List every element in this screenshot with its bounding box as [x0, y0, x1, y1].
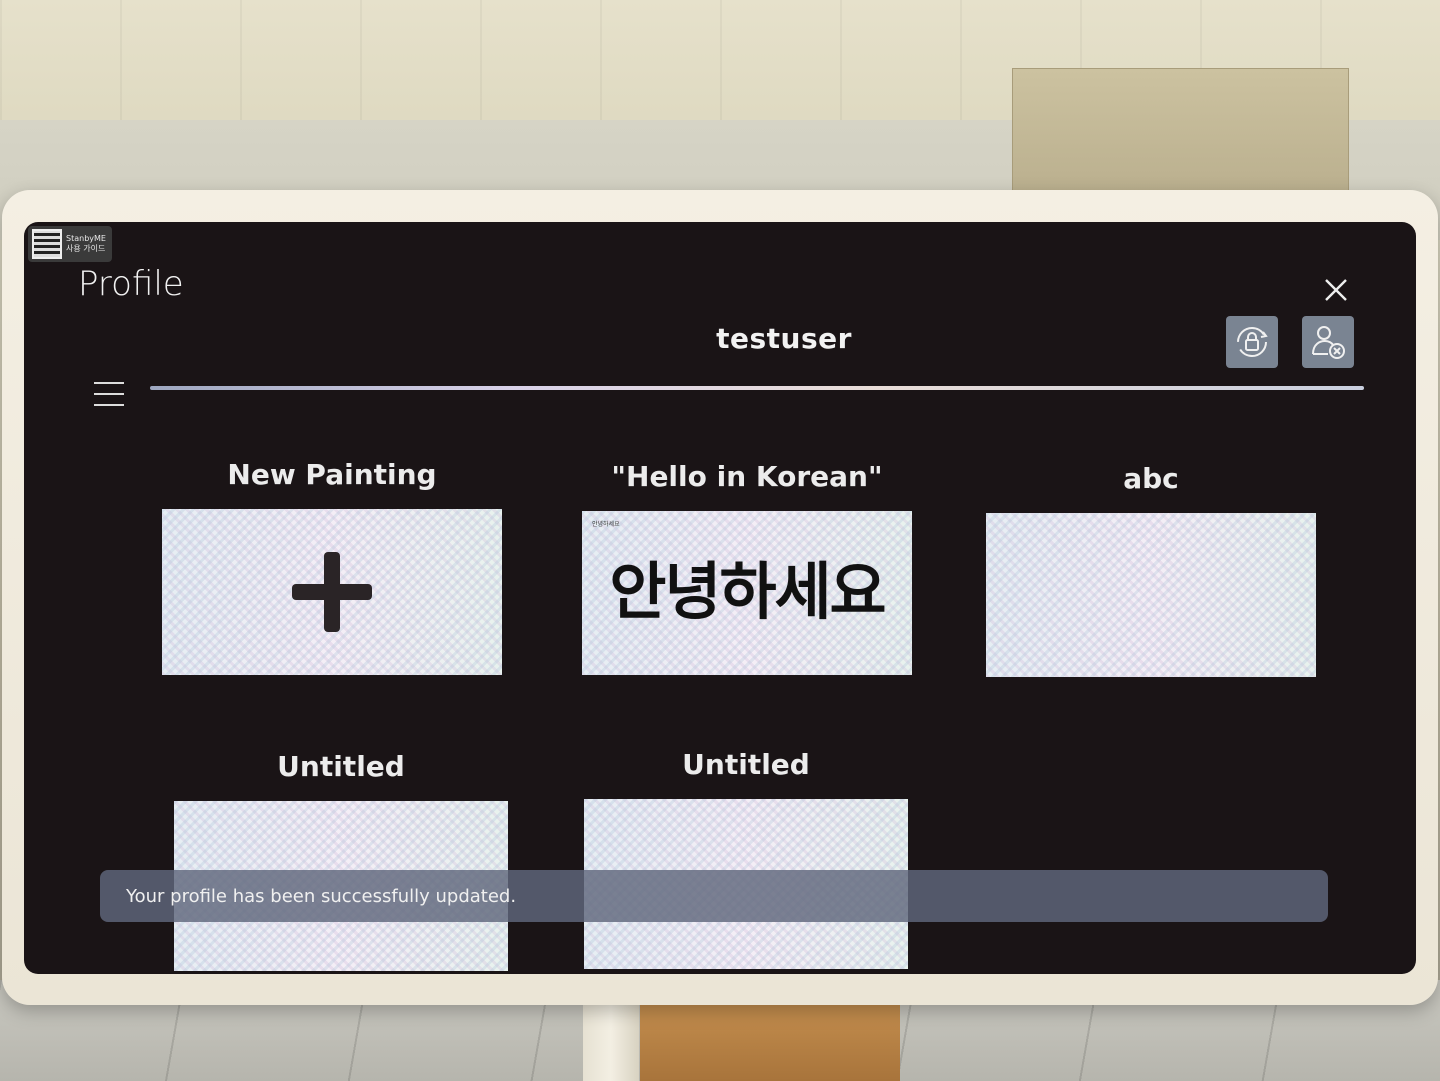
menu-icon[interactable]	[94, 382, 124, 406]
remove-user-button[interactable]	[1302, 316, 1354, 368]
toast-message: Your profile has been successfully updat…	[126, 885, 517, 907]
painting-card-untitled-1[interactable]: Untitled	[174, 750, 508, 971]
remove-user-icon	[1312, 326, 1345, 359]
sticker-guide: 사용 가이드	[66, 244, 106, 253]
stand-box	[640, 1000, 900, 1081]
painting-thumbnail[interactable]: 안녕하세요 안녕하세요	[582, 511, 912, 675]
drawing-content: 안녕하세요	[609, 555, 886, 628]
qr-sticker: StanbyME 사용 가이드	[28, 226, 112, 262]
painting-thumbnail[interactable]	[986, 513, 1316, 677]
toast-notification: Your profile has been successfully updat…	[100, 870, 1328, 922]
close-button[interactable]	[1320, 274, 1352, 306]
painting-title: abc	[1123, 462, 1179, 495]
lock-sync-button[interactable]	[1226, 316, 1278, 368]
lock-sync-icon	[1237, 327, 1268, 357]
painting-title: New Painting	[227, 458, 437, 491]
painting-card-new[interactable]: New Painting	[162, 458, 502, 675]
profile-username: testuser	[716, 322, 852, 355]
drawing-caption: 안녕하세요	[592, 521, 620, 528]
plus-icon	[292, 552, 372, 632]
painting-title: Untitled	[277, 750, 405, 783]
close-icon	[1325, 279, 1347, 301]
painting-title: Untitled	[682, 748, 810, 781]
sticker-brand: StanbyME	[66, 234, 106, 243]
qr-code-icon	[32, 229, 62, 259]
painting-card-abc[interactable]: abc	[986, 462, 1316, 677]
header-divider	[150, 386, 1364, 390]
wall-cabinet	[1012, 68, 1349, 210]
painting-card-hello[interactable]: "Hello in Korean" 안녕하세요 안녕하세요	[582, 460, 912, 675]
new-painting-thumbnail[interactable]	[162, 509, 502, 675]
page-title: Profile	[78, 264, 184, 304]
painting-card-untitled-2[interactable]: Untitled	[584, 748, 908, 969]
painting-title: "Hello in Korean"	[611, 460, 883, 493]
profile-screen: StanbyME 사용 가이드 Profile testuser New Pai…	[24, 222, 1416, 974]
